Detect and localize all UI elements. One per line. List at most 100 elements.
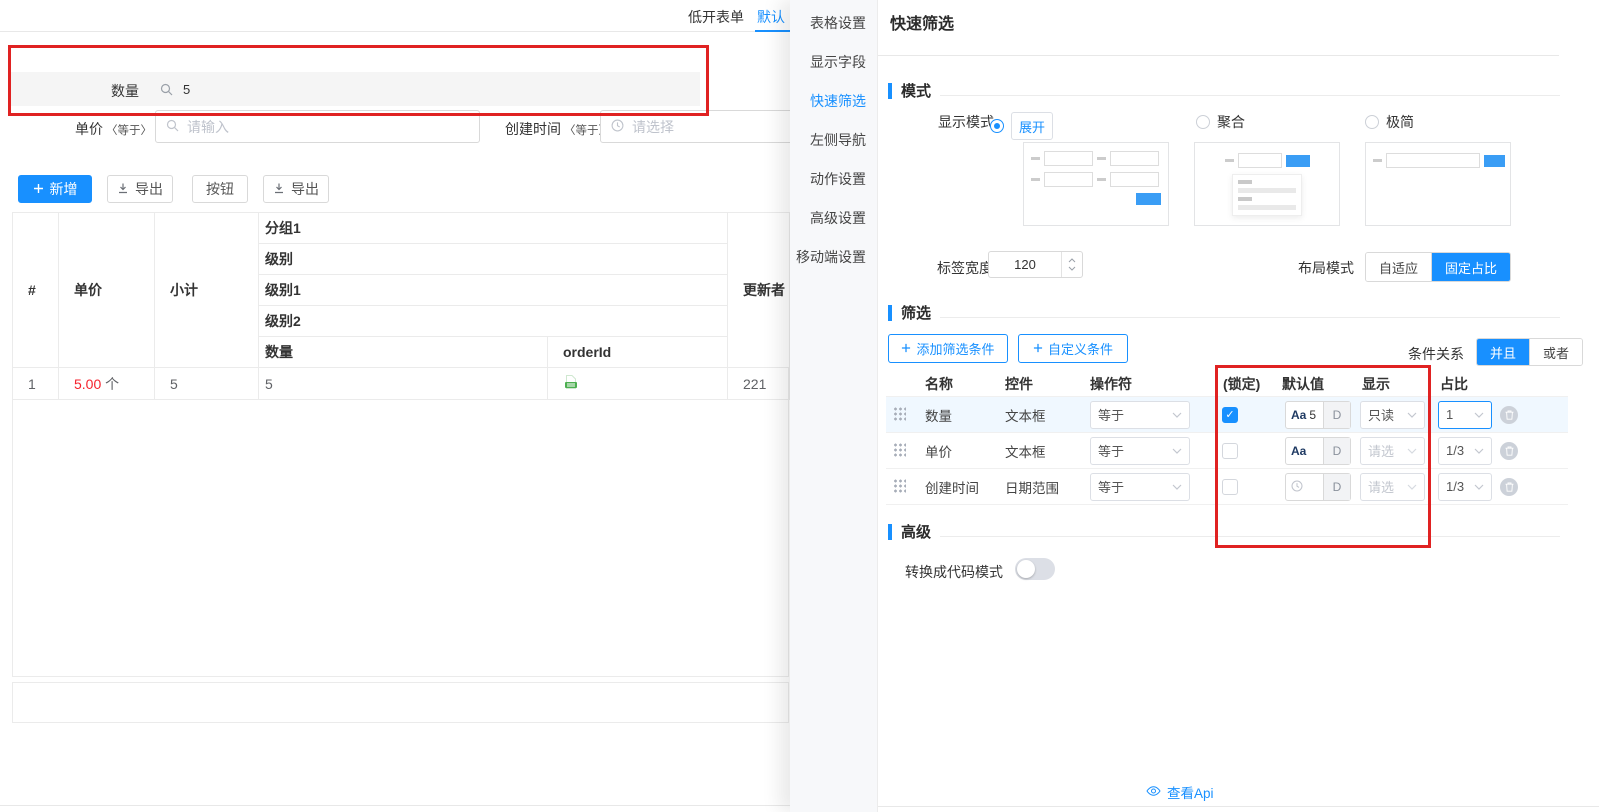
col-header-level1[interactable]: 级别1 [259,275,728,306]
created-filter-label: 创建时间 〈等于〉 [505,119,610,139]
locked-checkbox[interactable] [1222,407,1238,423]
table-row[interactable]: 1 5.00 个 5 5 221 [13,368,790,400]
export-button-1[interactable]: 导出 [107,175,173,203]
col-header-price[interactable]: 单价 [59,213,155,368]
fcol-display: 显示 [1362,374,1390,394]
settings-drawer: 表格设置 显示字段 快速筛选 左侧导航 动作设置 高级设置 移动端设置 快速筛选… [790,0,1599,812]
display-select[interactable]: 只读 [1360,401,1425,429]
dynamic-default-button[interactable]: D [1323,438,1350,464]
data-table-container: # 单价 小计 分组1 更新者 级别 级别1 级别2 数量 orderId 1 … [12,212,789,677]
price-filter-input[interactable]: 请输入 [155,110,480,143]
generic-button-label: 按钮 [206,179,234,199]
mode-preview-aggregate[interactable] [1194,142,1340,226]
generic-button[interactable]: 按钮 [192,175,248,203]
operator-select[interactable]: 等于 [1090,473,1190,501]
chevron-down-icon [1474,448,1484,454]
section-filter: 筛选 [888,302,1560,323]
sidebar-item-table-settings[interactable]: 表格设置 [810,13,866,33]
add-button[interactable]: 新增 [18,175,92,203]
file-attachment-icon[interactable] [563,377,578,393]
col-header-index[interactable]: # [13,213,59,368]
locked-checkbox[interactable] [1222,479,1238,495]
fcol-operator: 操作符 [1090,374,1132,394]
quick-filter-panel: 快速筛选 模式 显示模式 展开 聚合 极简 [878,0,1599,812]
mode-option-label: 展开 [1011,112,1053,140]
col-header-qty[interactable]: 数量 [259,337,548,368]
number-stepper[interactable] [1061,252,1082,277]
col-header-level2[interactable]: 级别2 [259,306,728,337]
sidebar-item-left-nav[interactable]: 左侧导航 [810,130,866,150]
created-filter-input[interactable]: 请选择 [600,110,800,143]
ratio-select[interactable]: 1/3 [1438,473,1492,501]
page: 低开表单 默认 数量 5 单价 〈等于〉 请输入 创建时间 〈等于〉 请选择 新… [0,0,1599,812]
drag-handle-icon[interactable] [893,478,906,495]
code-mode-toggle[interactable] [1015,558,1055,580]
operator-select[interactable]: 等于 [1090,401,1190,429]
add-button-label: 新增 [50,179,78,199]
cell-subtotal: 5 [155,368,259,400]
radio-icon[interactable] [1365,115,1379,129]
col-header-level[interactable]: 级别 [259,244,728,275]
mode-option-label: 极简 [1386,112,1414,132]
ratio-select[interactable]: 1 [1438,401,1492,429]
price-value: 5.00 [74,376,101,392]
dynamic-default-button[interactable]: D [1323,474,1350,500]
relation-option-and[interactable]: 并且 [1477,339,1529,365]
table-footer-bar [12,682,789,723]
col-header-group1[interactable]: 分组1 [259,213,728,244]
mode-option-minimal[interactable]: 极简 [1365,112,1414,132]
view-api-link[interactable]: 查看Api [1146,782,1214,802]
mode-option-expand[interactable]: 展开 [990,112,1053,140]
tab-low-code-form[interactable]: 低开表单 [688,7,744,27]
section-advanced-title: 高级 [901,521,931,542]
trash-icon[interactable] [1500,478,1518,496]
sidebar-item-display-fields[interactable]: 显示字段 [810,52,866,72]
display-select[interactable]: 请选 [1360,437,1425,465]
sidebar-item-advanced-settings[interactable]: 高级设置 [810,208,866,228]
mode-preview-expand[interactable] [1023,142,1169,226]
add-filter-condition-button[interactable]: 添加筛选条件 [888,334,1008,363]
mode-preview-minimal[interactable] [1365,142,1511,226]
fcol-widget: 控件 [1005,374,1033,394]
tab-default-view[interactable]: 默认 [757,7,785,27]
display-select[interactable]: 请选 [1360,473,1425,501]
radio-icon[interactable] [1196,115,1210,129]
cell-price: 5.00 个 [59,368,155,400]
cell-index: 1 [13,368,59,400]
col-header-subtotal[interactable]: 小计 [155,213,259,368]
mode-option-aggregate[interactable]: 聚合 [1196,112,1245,132]
dynamic-default-button[interactable]: D [1323,402,1350,428]
layout-option-adaptive[interactable]: 自适应 [1366,253,1431,281]
custom-condition-button[interactable]: 自定义条件 [1018,334,1128,363]
drag-handle-icon[interactable] [893,442,906,459]
ratio-select[interactable]: 1/3 [1438,437,1492,465]
download-icon [273,181,285,197]
locked-checkbox[interactable] [1222,443,1238,459]
sidebar-item-action-settings[interactable]: 动作设置 [810,169,866,189]
sidebar-item-mobile-settings[interactable]: 移动端设置 [796,247,866,267]
sidebar-item-quick-filter[interactable]: 快速筛选 [810,91,866,111]
label-width-input[interactable]: 120 [988,251,1083,278]
display-mode-label: 显示模式 [938,112,994,132]
eye-icon [1146,785,1161,800]
col-header-updater[interactable]: 更新者 [728,213,790,368]
default-value-input[interactable]: Aa 5 [1286,402,1323,428]
radio-icon[interactable] [990,119,1004,133]
price-filter-label: 单价 〈等于〉 [75,119,152,139]
col-header-orderid[interactable]: orderId [548,337,728,368]
layout-option-fixed-ratio[interactable]: 固定占比 [1431,253,1510,281]
fcol-default: 默认值 [1282,374,1324,394]
trash-icon[interactable] [1500,406,1518,424]
search-icon [166,119,179,135]
panel-footer-divider [878,806,1599,807]
title-divider [878,55,1559,56]
relation-option-or[interactable]: 或者 [1529,339,1582,365]
section-mode-title: 模式 [901,80,931,101]
operator-select[interactable]: 等于 [1090,437,1190,465]
default-value-input[interactable]: Aa [1286,438,1323,464]
default-value-input[interactable] [1286,474,1323,500]
qty-filter-label: 数量 [61,81,139,101]
export-button-2[interactable]: 导出 [263,175,329,203]
trash-icon[interactable] [1500,442,1518,460]
drag-handle-icon[interactable] [893,406,906,423]
